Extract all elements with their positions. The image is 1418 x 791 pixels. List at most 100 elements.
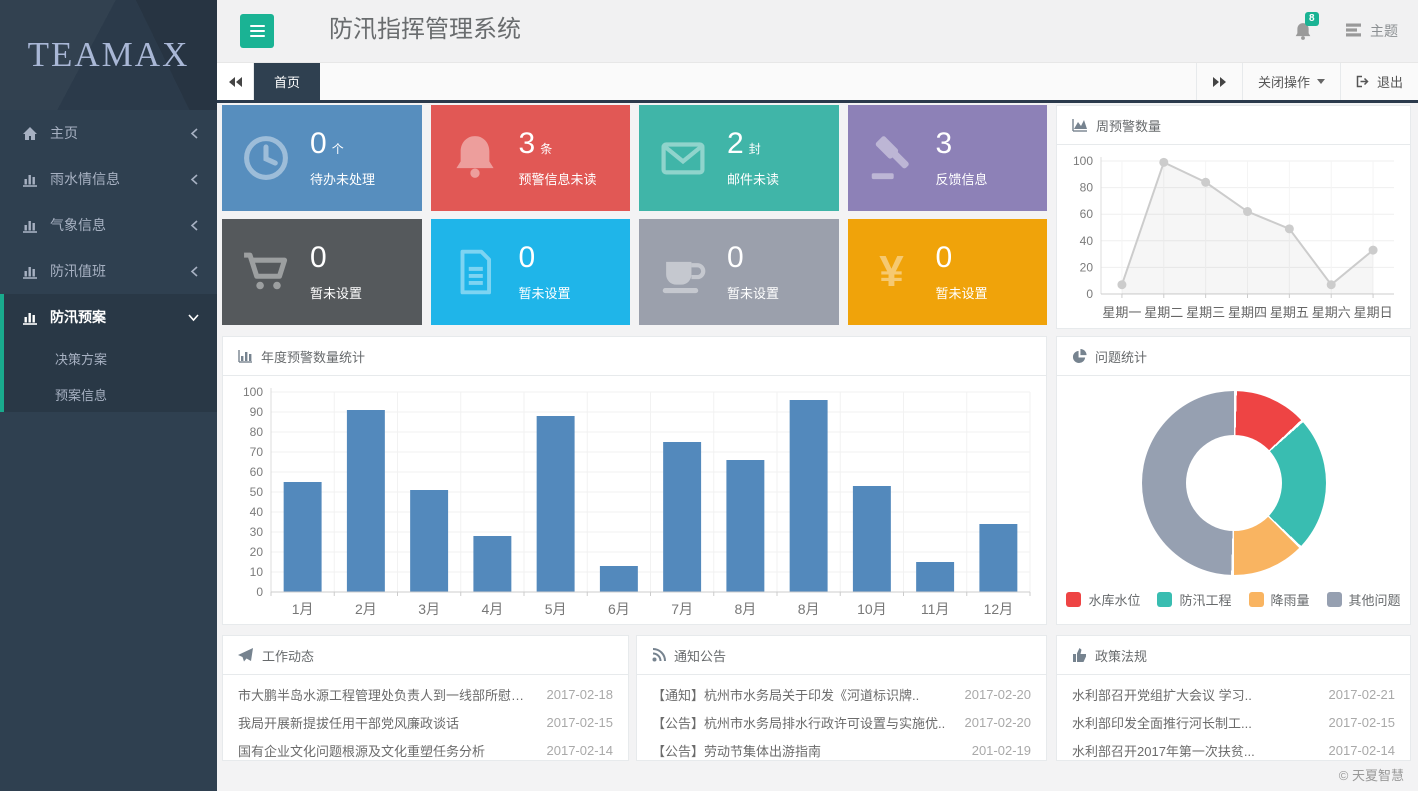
legend-item[interactable]: 防汛工程 bbox=[1157, 590, 1231, 609]
news-link[interactable]: 水利部召开2017年第一次扶贫... bbox=[1072, 741, 1329, 760]
stat-label: 暂未设置 bbox=[936, 283, 988, 302]
news-link[interactable]: 【公告】劳动节集体出游指南 bbox=[652, 741, 972, 760]
theme-list-icon bbox=[1346, 23, 1362, 40]
stat-unit: 封 bbox=[749, 140, 761, 157]
svg-text:30: 30 bbox=[250, 525, 264, 539]
news-link[interactable]: 水利部召开党组扩大会议 学习.. bbox=[1072, 685, 1329, 704]
stat-unit: 条 bbox=[540, 140, 552, 157]
panel-title: 年度预警数量统计 bbox=[261, 347, 365, 366]
data-point bbox=[1327, 280, 1336, 289]
data-point bbox=[1159, 158, 1168, 167]
stat-label: 待办未处理 bbox=[310, 169, 375, 188]
news-list: 市大鹏半岛水源工程管理处负责人到一线部所慰问新春 2017-02-18 我局开展… bbox=[223, 675, 628, 764]
news-link[interactable]: 【公告】杭州市水务局排水行政许可设置与实施优.. bbox=[652, 713, 965, 732]
svg-text:星期四: 星期四 bbox=[1228, 305, 1267, 320]
stat-card-todo[interactable]: 0个 待办未处理 bbox=[222, 105, 422, 211]
svg-text:2月: 2月 bbox=[355, 601, 377, 617]
main-area: 防汛指挥管理系统 8 主题 首页 bbox=[217, 0, 1418, 791]
stat-label: 暂未设置 bbox=[519, 283, 571, 302]
stat-card-unset-3[interactable]: 0 暂未设置 bbox=[639, 219, 839, 325]
news-link[interactable]: 国有企业文化问题根源及文化重塑任务分析 bbox=[238, 741, 547, 760]
stat-card-mail[interactable]: 2封 邮件未读 bbox=[639, 105, 839, 211]
legend-swatch bbox=[1327, 592, 1342, 607]
news-date: 2017-02-21 bbox=[1329, 687, 1396, 702]
sidebar-subitem-plan-info[interactable]: 预案信息 bbox=[4, 376, 217, 412]
stat-card-unset-4[interactable]: ¥ 0 暂未设置 bbox=[848, 219, 1048, 325]
panel-header: 工作动态 bbox=[223, 636, 628, 675]
sidebar-item-flood-plan[interactable]: 防汛预案 bbox=[4, 294, 217, 340]
thumbs-up-icon bbox=[1072, 648, 1087, 662]
stat-card-warnings[interactable]: 3条 预警信息未读 bbox=[431, 105, 631, 211]
bar bbox=[979, 524, 1017, 592]
panel-weekly-warnings: 周预警数量 020406080100星期一星期二星期三星期四星期五星期六星期日 bbox=[1056, 105, 1411, 329]
donut-legend: 水库水位 防汛工程降雨量其他问题 bbox=[1066, 590, 1400, 609]
legend-swatch bbox=[1066, 592, 1081, 607]
app-window: TEAMAX 主页 雨水情信息 bbox=[0, 0, 1418, 791]
svg-text:7月: 7月 bbox=[671, 601, 693, 617]
svg-text:80: 80 bbox=[250, 425, 264, 439]
bar-chart-icon bbox=[238, 349, 253, 363]
cart-icon bbox=[222, 245, 310, 299]
data-point bbox=[1201, 178, 1210, 187]
news-link[interactable]: 市大鹏半岛水源工程管理处负责人到一线部所慰问新春 bbox=[238, 685, 547, 704]
notification-bell-icon[interactable]: 8 bbox=[1294, 21, 1312, 41]
sidebar-group-flood-plan: 防汛预案 决策方案 预案信息 bbox=[0, 294, 217, 412]
chevron-left-icon bbox=[190, 174, 199, 185]
svg-text:5月: 5月 bbox=[545, 601, 567, 617]
donut-hole bbox=[1186, 435, 1282, 531]
svg-text:11月: 11月 bbox=[921, 601, 950, 617]
legend-item[interactable]: 降雨量 bbox=[1249, 590, 1310, 609]
page-title: 防汛指挥管理系统 bbox=[329, 0, 521, 60]
svg-text:星期五: 星期五 bbox=[1270, 305, 1309, 320]
news-link[interactable]: 我局开展新提拔任用干部党风廉政谈话 bbox=[238, 713, 547, 732]
panel-header: 周预警数量 bbox=[1057, 106, 1410, 145]
bar bbox=[473, 536, 511, 592]
sidebar-menu: 主页 雨水情信息 气象信息 bbox=[0, 110, 217, 412]
topbar: 防汛指挥管理系统 8 主题 bbox=[217, 0, 1418, 62]
theme-label: 主题 bbox=[1370, 21, 1398, 41]
sidebar-item-weather-info[interactable]: 气象信息 bbox=[0, 202, 217, 248]
legend-label: 防汛工程 bbox=[1179, 590, 1231, 609]
news-date: 2017-02-15 bbox=[1329, 715, 1396, 730]
svg-text:星期六: 星期六 bbox=[1312, 305, 1351, 320]
close-operations-dropdown[interactable]: 关闭操作 bbox=[1242, 63, 1340, 100]
panel-issue-stats: 问题统计 水库水位防汛工程降雨量其他问题 bbox=[1056, 336, 1411, 625]
stat-value: 0 bbox=[519, 243, 536, 273]
sidebar-item-rain-info[interactable]: 雨水情信息 bbox=[0, 156, 217, 202]
tab-home[interactable]: 首页 bbox=[254, 63, 320, 100]
legend-swatch bbox=[1249, 592, 1264, 607]
theme-button[interactable]: 主题 bbox=[1340, 20, 1404, 42]
stat-label: 反馈信息 bbox=[936, 169, 988, 188]
legend-item[interactable]: 其他问题 bbox=[1327, 590, 1401, 609]
close-operations-label: 关闭操作 bbox=[1258, 72, 1310, 91]
tabs-scroll-left-button[interactable] bbox=[217, 63, 254, 100]
news-list: 【通知】杭州市水务局关于印发《河道标识牌.. 2017-02-20 【公告】杭州… bbox=[637, 675, 1046, 764]
sidebar-item-home[interactable]: 主页 bbox=[0, 110, 217, 156]
hamburger-menu-button[interactable] bbox=[240, 14, 274, 48]
tabs-scroll-right-button[interactable] bbox=[1196, 63, 1242, 100]
stat-value: 3 bbox=[936, 129, 953, 159]
stat-card-unset-2[interactable]: 0 暂未设置 bbox=[431, 219, 631, 325]
panel-title: 工作动态 bbox=[262, 646, 314, 665]
issue-donut-chart: 水库水位 防汛工程降雨量其他问题 bbox=[1057, 376, 1410, 624]
stat-value: 2 bbox=[727, 129, 744, 159]
sidebar-item-label: 主页 bbox=[50, 123, 78, 143]
news-link[interactable]: 水利部印发全面推行河长制工... bbox=[1072, 713, 1329, 732]
news-row: 水利部印发全面推行河长制工... 2017-02-15 bbox=[1072, 708, 1395, 736]
sidebar-subitem-decision-plan[interactable]: 决策方案 bbox=[4, 340, 217, 376]
sign-out-icon bbox=[1356, 75, 1370, 88]
stat-card-feedback[interactable]: 3 反馈信息 bbox=[848, 105, 1048, 211]
news-link[interactable]: 【通知】杭州市水务局关于印发《河道标识牌.. bbox=[652, 685, 965, 704]
bar bbox=[663, 442, 701, 592]
svg-text:100: 100 bbox=[243, 385, 263, 399]
stat-card-unset-1[interactable]: 0 暂未设置 bbox=[222, 219, 422, 325]
sidebar-item-flood-duty[interactable]: 防汛值班 bbox=[0, 248, 217, 294]
svg-text:90: 90 bbox=[250, 405, 264, 419]
bar bbox=[284, 482, 322, 592]
exit-button[interactable]: 退出 bbox=[1340, 63, 1418, 100]
news-date: 2017-02-14 bbox=[1329, 743, 1396, 758]
legend-item[interactable]: 水库水位 bbox=[1066, 590, 1140, 609]
panel-yearly-warnings: 年度预警数量统计 01020304050607080901001月2月3月4月5… bbox=[222, 336, 1047, 625]
stat-value: 0 bbox=[310, 243, 327, 273]
svg-text:星期一: 星期一 bbox=[1102, 305, 1141, 320]
